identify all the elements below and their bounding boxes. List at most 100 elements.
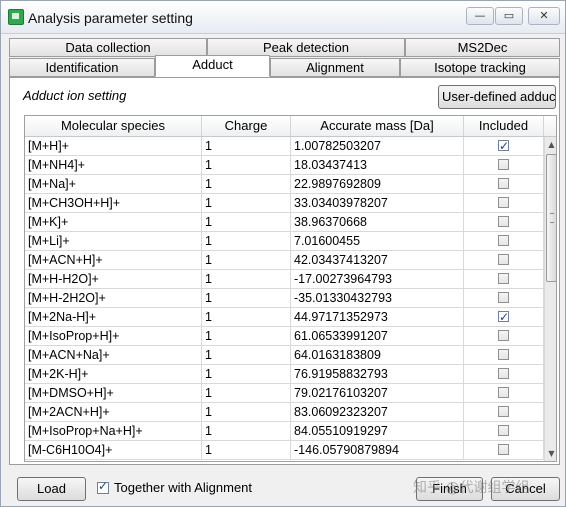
included-checkbox[interactable] [498, 444, 509, 455]
included-checkbox[interactable] [498, 308, 509, 326]
mass-cell[interactable]: 79.02176103207 [291, 384, 464, 402]
included-checkbox[interactable] [498, 349, 509, 360]
table-row[interactable]: [M+2K-H]+ 1 76.91958832793 [25, 365, 544, 384]
charge-cell[interactable]: 1 [202, 422, 291, 440]
included-cell[interactable] [464, 441, 544, 459]
charge-cell[interactable]: 1 [202, 365, 291, 383]
included-checkbox[interactable] [498, 159, 509, 170]
column-header-species[interactable]: Molecular species [25, 116, 202, 136]
species-cell[interactable]: [M+DMSO+H]+ [25, 384, 202, 402]
table-row[interactable]: [M+CH3OH+H]+ 1 33.03403978207 [25, 194, 544, 213]
table-row[interactable]: [M+H-2H2O]+ 1 -35.01330432793 [25, 289, 544, 308]
included-cell[interactable] [464, 156, 544, 174]
table-row[interactable]: [M-C6H10O4]+ 1 -146.05790879894 [25, 441, 544, 460]
maximize-button[interactable]: ▭ [495, 7, 523, 25]
charge-cell[interactable]: 1 [202, 327, 291, 345]
mass-cell[interactable]: 42.03437413207 [291, 251, 464, 269]
user-defined-adduct-button[interactable]: User-defined adduct [438, 85, 556, 109]
included-checkbox[interactable] [498, 216, 509, 227]
species-cell[interactable]: [M+Li]+ [25, 232, 202, 250]
title-bar[interactable]: Analysis parameter setting — ▭ ✕ [1, 1, 565, 34]
charge-cell[interactable]: 1 [202, 441, 291, 459]
included-cell[interactable] [464, 175, 544, 193]
table-row[interactable]: [M+H-H2O]+ 1 -17.00273964793 [25, 270, 544, 289]
included-cell[interactable] [464, 232, 544, 250]
charge-cell[interactable]: 1 [202, 346, 291, 364]
charge-cell[interactable]: 1 [202, 175, 291, 193]
included-checkbox[interactable] [498, 197, 509, 208]
table-row[interactable]: [M+K]+ 1 38.96370668 [25, 213, 544, 232]
species-cell[interactable]: [M+H]+ [25, 137, 202, 155]
included-cell[interactable] [464, 270, 544, 288]
included-cell[interactable] [464, 384, 544, 402]
species-cell[interactable]: [M+2Na-H]+ [25, 308, 202, 326]
species-cell[interactable]: [M+ACN+Na]+ [25, 346, 202, 364]
species-cell[interactable]: [M+CH3OH+H]+ [25, 194, 202, 212]
table-row[interactable]: [M+ACN+H]+ 1 42.03437413207 [25, 251, 544, 270]
included-cell[interactable] [464, 213, 544, 231]
included-checkbox[interactable] [498, 137, 509, 155]
included-cell[interactable] [464, 137, 544, 155]
species-cell[interactable]: [M+2K-H]+ [25, 365, 202, 383]
species-cell[interactable]: [M+ACN+H]+ [25, 251, 202, 269]
cancel-button[interactable]: Cancel [491, 477, 560, 501]
column-header-included[interactable]: Included [464, 116, 544, 136]
species-cell[interactable]: [M+IsoProp+Na+H]+ [25, 422, 202, 440]
charge-cell[interactable]: 1 [202, 137, 291, 155]
tab-isotope-tracking[interactable]: Isotope tracking [400, 58, 560, 77]
included-checkbox[interactable] [498, 425, 509, 436]
scroll-up-icon[interactable]: ▲ [546, 139, 556, 150]
mass-cell[interactable]: -35.01330432793 [291, 289, 464, 307]
column-header-charge[interactable]: Charge [202, 116, 291, 136]
table-row[interactable]: [M+Li]+ 1 7.01600455 [25, 232, 544, 251]
mass-cell[interactable]: 64.0163183809 [291, 346, 464, 364]
table-row[interactable]: [M+IsoProp+Na+H]+ 1 84.05510919297 [25, 422, 544, 441]
table-row[interactable]: [M+2ACN+H]+ 1 83.06092323207 [25, 403, 544, 422]
included-checkbox[interactable] [498, 330, 509, 341]
charge-cell[interactable]: 1 [202, 308, 291, 326]
species-cell[interactable]: [M+H-H2O]+ [25, 270, 202, 288]
mass-cell[interactable]: 7.01600455 [291, 232, 464, 250]
vertical-scrollbar[interactable]: ▲ ▼ [544, 137, 556, 461]
table-row[interactable]: [M+ACN+Na]+ 1 64.0163183809 [25, 346, 544, 365]
charge-cell[interactable]: 1 [202, 403, 291, 421]
mass-cell[interactable]: 22.9897692809 [291, 175, 464, 193]
minimize-button[interactable]: — [466, 7, 494, 25]
charge-cell[interactable]: 1 [202, 289, 291, 307]
included-cell[interactable] [464, 346, 544, 364]
table-row[interactable]: [M+H]+ 1 1.00782503207 [25, 137, 544, 156]
table-row[interactable]: [M+2Na-H]+ 1 44.97171352973 [25, 308, 544, 327]
included-cell[interactable] [464, 308, 544, 326]
mass-cell[interactable]: 44.97171352973 [291, 308, 464, 326]
included-checkbox[interactable] [498, 406, 509, 417]
species-cell[interactable]: [M+H-2H2O]+ [25, 289, 202, 307]
checkbox-icon[interactable] [97, 479, 109, 494]
species-cell[interactable]: [M+2ACN+H]+ [25, 403, 202, 421]
mass-cell[interactable]: 1.00782503207 [291, 137, 464, 155]
tab-ms2dec[interactable]: MS2Dec [405, 38, 560, 57]
included-checkbox[interactable] [498, 178, 509, 189]
species-cell[interactable]: [M+Na]+ [25, 175, 202, 193]
species-cell[interactable]: [M+IsoProp+H]+ [25, 327, 202, 345]
finish-button[interactable]: Finish [416, 477, 483, 501]
included-checkbox[interactable] [498, 235, 509, 246]
included-cell[interactable] [464, 289, 544, 307]
charge-cell[interactable]: 1 [202, 194, 291, 212]
charge-cell[interactable]: 1 [202, 270, 291, 288]
table-row[interactable]: [M+DMSO+H]+ 1 79.02176103207 [25, 384, 544, 403]
mass-cell[interactable]: 84.05510919297 [291, 422, 464, 440]
tab-alignment[interactable]: Alignment [270, 58, 400, 77]
mass-cell[interactable]: 83.06092323207 [291, 403, 464, 421]
included-cell[interactable] [464, 422, 544, 440]
charge-cell[interactable]: 1 [202, 156, 291, 174]
column-header-mass[interactable]: Accurate mass [Da] [291, 116, 464, 136]
species-cell[interactable]: [M+NH4]+ [25, 156, 202, 174]
tab-identification[interactable]: Identification [9, 58, 155, 77]
mass-cell[interactable]: 76.91958832793 [291, 365, 464, 383]
mass-cell[interactable]: 38.96370668 [291, 213, 464, 231]
included-checkbox[interactable] [498, 368, 509, 379]
charge-cell[interactable]: 1 [202, 384, 291, 402]
charge-cell[interactable]: 1 [202, 213, 291, 231]
mass-cell[interactable]: 61.06533991207 [291, 327, 464, 345]
species-cell[interactable]: [M-C6H10O4]+ [25, 441, 202, 459]
